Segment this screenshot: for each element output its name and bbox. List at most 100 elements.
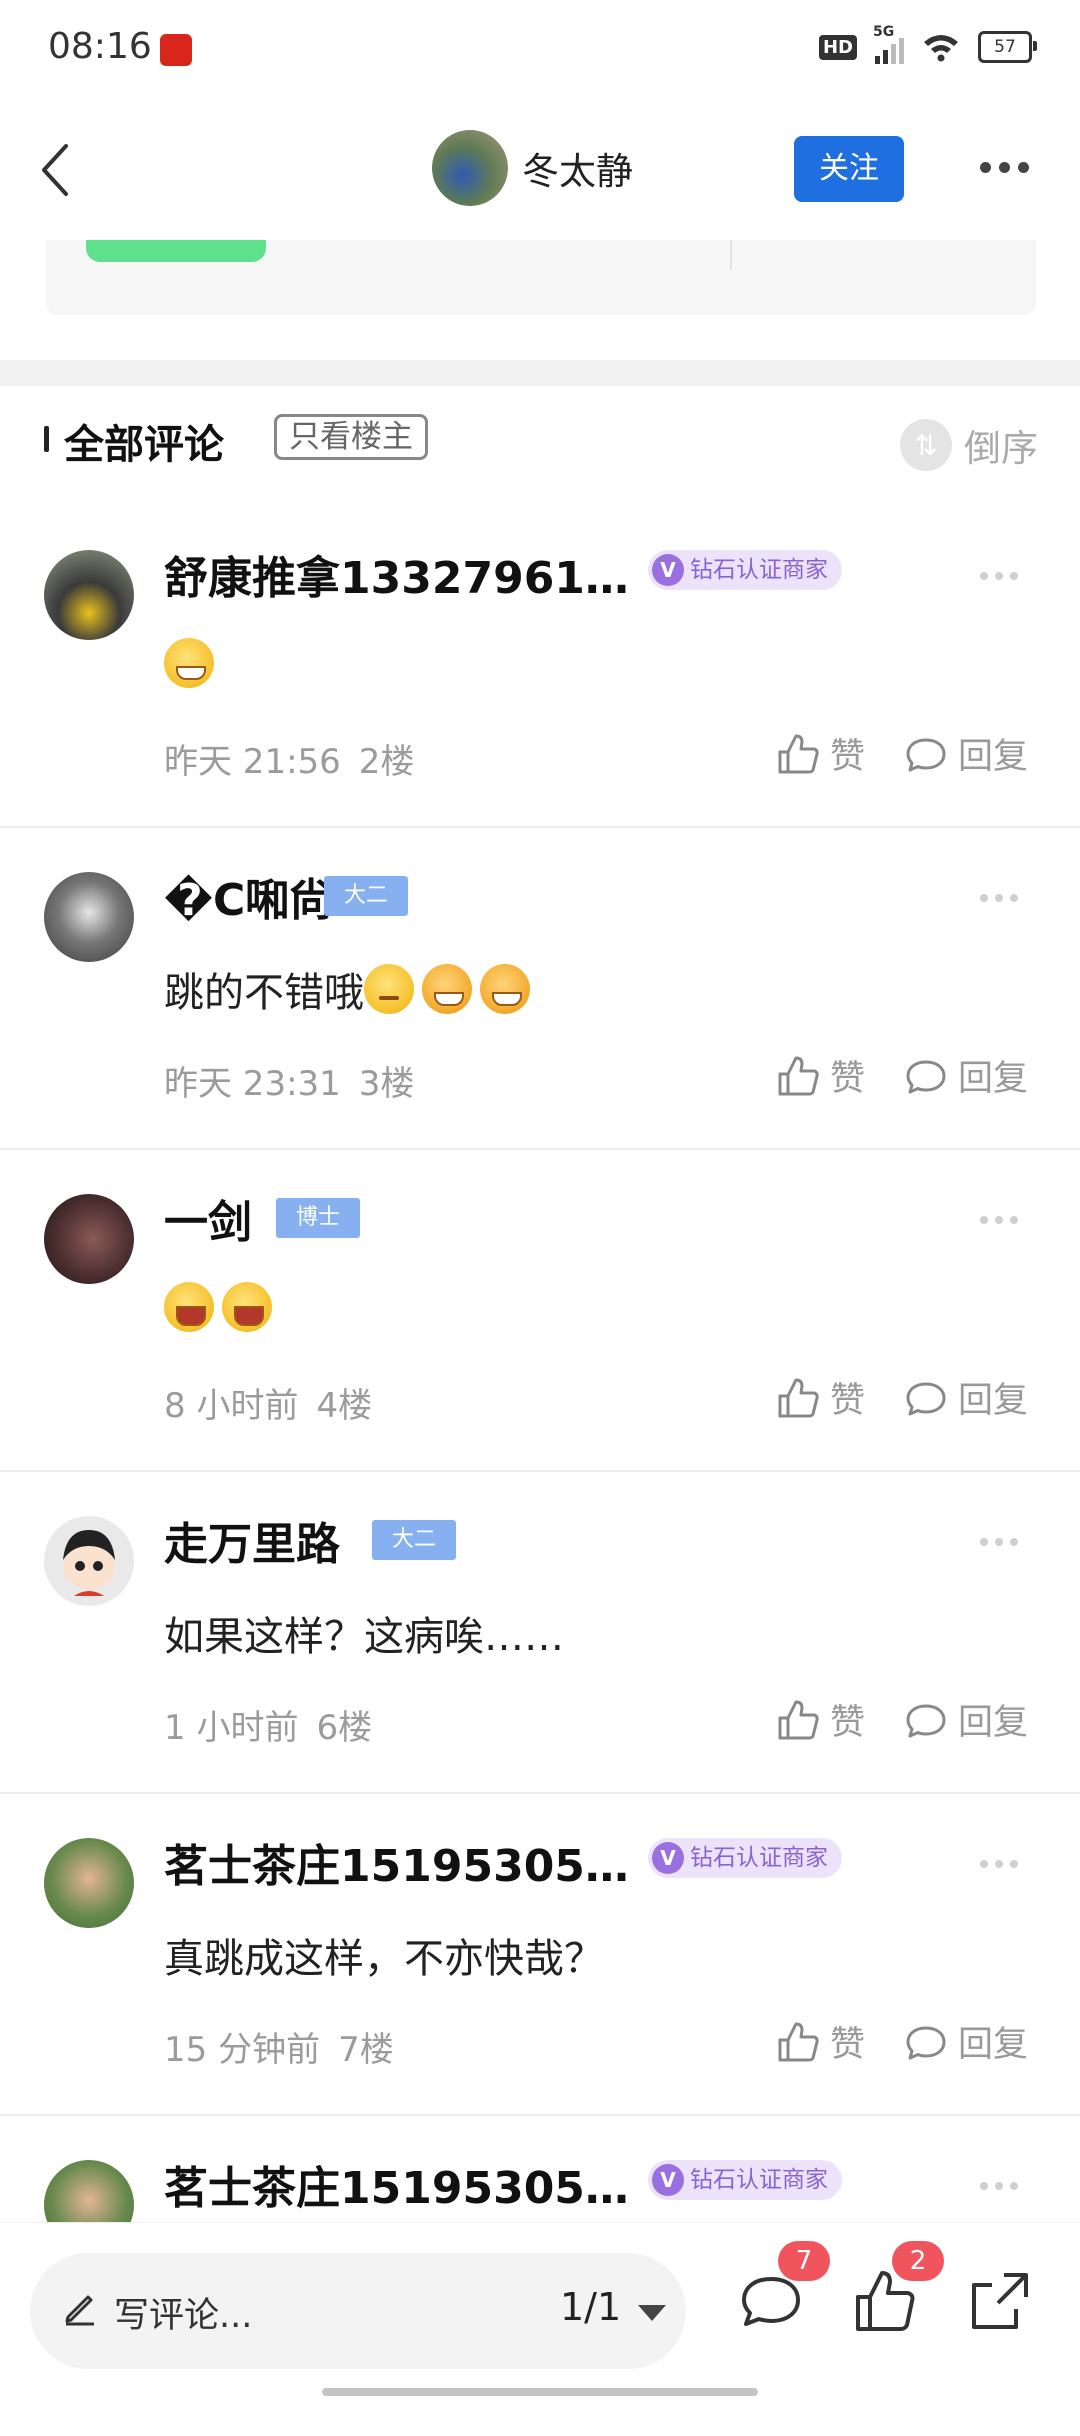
grade-badge[interactable]: 大二 — [324, 876, 409, 916]
like-button[interactable]: 赞 — [776, 1372, 865, 1423]
page-indicator[interactable]: 1/1 — [560, 2285, 621, 2329]
comment-time: 1 小时前 — [164, 1708, 299, 1748]
author-name[interactable]: 冬太静 — [522, 141, 633, 195]
verified-v-icon: V — [652, 1842, 684, 1874]
reply-button[interactable]: 回复 — [904, 1050, 1028, 1101]
back-arrow-icon[interactable] — [30, 140, 90, 200]
like-label[interactable]: 赞 — [830, 728, 865, 779]
thumbs-up-icon — [778, 1700, 819, 1739]
user-avatar[interactable] — [44, 1516, 134, 1606]
grade-badge[interactable]: 博士 — [276, 1198, 361, 1238]
comment-meta: 8 小时前 4楼 — [164, 1378, 372, 1427]
like-label[interactable]: 赞 — [830, 1372, 865, 1423]
user-avatar[interactable] — [44, 872, 134, 962]
sort-icon[interactable]: ⇅ — [900, 419, 952, 471]
user-avatar[interactable] — [44, 550, 134, 640]
like-button[interactable]: 赞 — [776, 1694, 865, 1745]
blush-emoji-icon — [480, 964, 530, 1014]
comment-item: 走万里路 大二 如果这样？这病唉…… 1 小时前 6楼 赞 回复 — [0, 1472, 1080, 1794]
merchant-badge[interactable]: V 钻石认证商家 — [648, 2160, 842, 2200]
comment-item: 一剑 博士 8 小时前 4楼 赞 回复 — [0, 1150, 1080, 1472]
comment-more-icon[interactable] — [980, 1538, 1018, 1546]
user-name[interactable]: 走万里路 — [164, 1508, 340, 1572]
like-button[interactable]: 赞 — [776, 728, 865, 779]
badge-label: 钻石认证商家 — [690, 2167, 828, 2193]
divider — [730, 240, 732, 270]
comment-more-icon[interactable] — [980, 894, 1018, 902]
comment-floor: 6楼 — [316, 1708, 373, 1748]
comment-floor: 2楼 — [358, 742, 415, 782]
post-author[interactable]: 冬太静 — [432, 130, 633, 206]
user-avatar[interactable] — [44, 1194, 134, 1284]
comment-time: 昨天 23:31 — [164, 1064, 341, 1104]
share-icon — [972, 2273, 1028, 2329]
grin-emoji-icon — [164, 638, 214, 688]
reply-button[interactable]: 回复 — [904, 728, 1028, 779]
home-indicator[interactable] — [322, 2388, 758, 2396]
battery-icon: 57 — [978, 31, 1037, 63]
comments-header: 全部评论 只看楼主 ⇅ 倒序 — [0, 400, 1080, 480]
chevron-down-icon[interactable] — [638, 2305, 666, 2321]
like-button[interactable]: 赞 — [776, 1050, 865, 1101]
reply-label[interactable]: 回复 — [958, 2016, 1028, 2067]
comments-title: 全部评论 — [64, 422, 224, 468]
like-label[interactable]: 赞 — [830, 1694, 865, 1745]
hd-icon: HD — [818, 34, 857, 60]
app-notification-icon — [160, 34, 192, 66]
comment-list: 舒康推拿13327961… V 钻石认证商家 昨天 21:56 2楼 赞 回复 �… — [0, 506, 1080, 2436]
like-button[interactable]: 赞 — [776, 2016, 865, 2067]
user-name[interactable]: 茗士茶庄15195305… — [164, 1830, 629, 1894]
chat-bubble-icon — [906, 2026, 946, 2059]
comment-meta: 1 小时前 6楼 — [164, 1700, 372, 1749]
comment-more-icon[interactable] — [980, 1216, 1018, 1224]
merchant-badge[interactable]: V 钻石认证商家 — [648, 1838, 842, 1878]
post-card-green-tag — [86, 240, 266, 262]
like-post-button[interactable]: 2 — [850, 2241, 944, 2337]
merchant-badge[interactable]: V 钻石认证商家 — [648, 550, 842, 590]
author-avatar[interactable] — [432, 130, 508, 206]
user-name[interactable]: 茗士茶庄15195305… — [164, 2152, 629, 2216]
user-name[interactable]: 舒康推拿13327961… — [164, 542, 629, 606]
sort-label[interactable]: 倒序 — [964, 418, 1038, 472]
verified-v-icon: V — [652, 2164, 684, 2196]
comment-body: 跳的不错哦 — [164, 970, 364, 1016]
comment-meta: 15 分钟前 7楼 — [164, 2022, 394, 2071]
reply-label[interactable]: 回复 — [958, 1694, 1028, 1745]
comment-placeholder[interactable]: 写评论... — [114, 2287, 252, 2338]
like-label[interactable]: 赞 — [830, 2016, 865, 2067]
comment-more-icon[interactable] — [980, 572, 1018, 580]
follow-button[interactable]: 关注 — [794, 136, 904, 202]
comment-more-icon[interactable] — [980, 2182, 1018, 2190]
only-op-button[interactable]: 只看楼主 — [274, 414, 428, 460]
comment-input[interactable]: 写评论... 1/1 — [30, 2253, 686, 2369]
reply-button[interactable]: 回复 — [904, 2016, 1028, 2067]
status-icons: HD 5G 57 — [818, 24, 1037, 64]
sort-toggle[interactable]: ⇅ 倒序 — [900, 418, 1038, 472]
comment-time: 昨天 21:56 — [164, 742, 341, 782]
comment-item: �C啝尙 大二 跳的不错哦 昨天 23:31 3楼 赞 回复 — [0, 828, 1080, 1150]
like-label[interactable]: 赞 — [830, 1050, 865, 1101]
comment-item: 茗士茶庄15195305… V 钻石认证商家 真跳成这样，不亦快哉？ 15 分钟… — [0, 1794, 1080, 2116]
reply-label[interactable]: 回复 — [958, 728, 1028, 779]
reply-button[interactable]: 回复 — [904, 1372, 1028, 1423]
reply-label[interactable]: 回复 — [958, 1050, 1028, 1101]
user-name[interactable]: 一剑 — [164, 1186, 252, 1250]
grade-badge[interactable]: 大二 — [372, 1520, 457, 1560]
comment-time: 8 小时前 — [164, 1386, 299, 1426]
status-bar: 08:16 HD 5G 57 — [0, 0, 1080, 100]
chat-bubble-icon — [906, 1060, 946, 1093]
comments-button[interactable]: 7 — [736, 2241, 830, 2337]
thumbs-up-icon — [778, 2022, 819, 2061]
signal-icon: 5G — [873, 24, 904, 64]
like-count-badge: 2 — [892, 2241, 944, 2281]
comment-meta: 昨天 21:56 2楼 — [164, 734, 414, 783]
comment-more-icon[interactable] — [980, 1860, 1018, 1868]
reply-label[interactable]: 回复 — [958, 1372, 1028, 1423]
reply-button[interactable]: 回复 — [904, 1694, 1028, 1745]
share-button[interactable] — [964, 2267, 1034, 2337]
user-name[interactable]: �C啝尙 — [164, 864, 333, 928]
laugh-emoji-icon — [164, 1282, 214, 1332]
user-avatar[interactable] — [44, 1838, 134, 1928]
more-options-icon[interactable] — [980, 162, 1029, 173]
thumbs-up-icon — [778, 1056, 819, 1095]
